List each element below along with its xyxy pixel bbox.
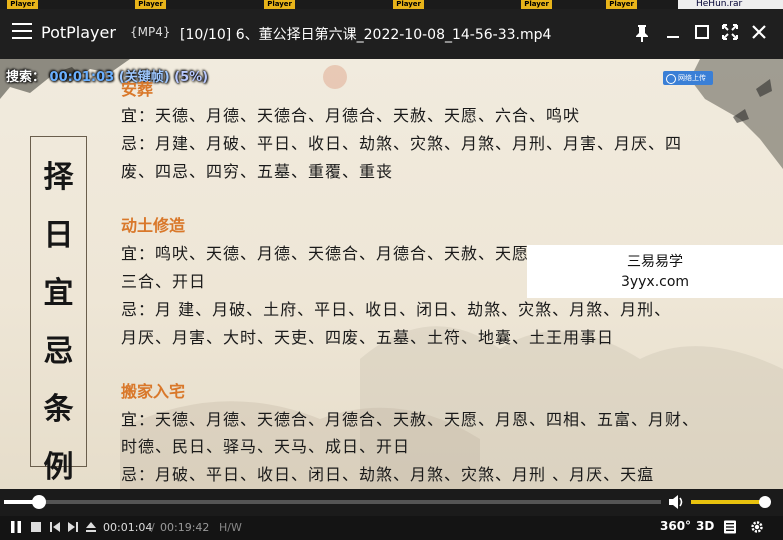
thumbnail-badge: Player (521, 0, 552, 9)
section-line: 时德、民日、驿马、天马、成日、开日 (121, 437, 411, 456)
watermark-title: 三易易学 (627, 254, 683, 270)
fullscreen-icon[interactable] (719, 21, 741, 43)
vertical-title-char: 忌 (43, 334, 74, 369)
section-line: 忌：月 建、月破、土府、平日、收日、闭日、劫煞、灾煞、月煞、月刑、 (121, 300, 672, 319)
total-time[interactable]: 00:19:42 (160, 521, 209, 534)
eject-icon[interactable] (84, 520, 98, 534)
seek-bar-area (0, 489, 783, 516)
vertical-title-char: 宜 (43, 276, 74, 311)
thumbnail-badge: Player (135, 0, 166, 9)
vertical-title-char: 日 (43, 218, 74, 253)
section-heading: 安葬 (121, 80, 154, 99)
current-time[interactable]: 00:01:04 (103, 521, 152, 534)
video-frame[interactable]: 搜索： 00:01:03 (关键帧) (5%) 网络上传 择 日 宜 忌 条 例… (0, 59, 783, 489)
watermark-box: 三易易学 3yyx.com (527, 245, 783, 298)
section-line: 月厌、月害、大时、天吏、四废、五墓、土符、地囊、土王用事日 (121, 328, 615, 347)
thumbnail[interactable]: Player (393, 0, 424, 9)
format-label: {MP4} (130, 25, 171, 39)
settings-icon[interactable] (750, 520, 764, 534)
section-line: 三合、开日 (121, 272, 207, 291)
osd-percent: (5%) (174, 70, 209, 85)
time-separator: / (151, 521, 155, 534)
vertical-title-char: 条 (43, 392, 74, 427)
strip-file-label[interactable]: HeHun.rar (678, 0, 783, 9)
seek-osd: 搜索： 00:01:03 (关键帧) (5%) (6, 66, 208, 85)
maximize-icon[interactable] (691, 21, 713, 43)
thumbnail-badge: Player (7, 0, 38, 9)
thumbnail-strip: Player Player Player Player Player Playe… (0, 0, 783, 9)
thumbnail[interactable]: Player (264, 0, 295, 9)
volume-icon[interactable] (668, 494, 686, 510)
app-name: PotPlayer (41, 23, 116, 42)
volume-level (691, 500, 765, 504)
section-heading: 搬家入宅 (121, 382, 186, 401)
thumbnail[interactable]: Player (135, 0, 166, 9)
prev-icon[interactable] (48, 520, 62, 534)
section-line: 宜：天德、月德、天德合、月德合、天赦、天愿、月恩、四相、五富、月财、 (121, 410, 700, 429)
3d-button[interactable]: 3D (696, 519, 714, 533)
vr360-button[interactable]: 360° (660, 519, 691, 533)
pause-icon[interactable] (9, 520, 23, 534)
section-line: 忌：月建、月破、平日、收日、劫煞、灾煞、月煞、月刑、月害、月厌、四 (121, 134, 683, 153)
thumbnail-badge: Player (264, 0, 295, 9)
vertical-title-char: 择 (43, 160, 74, 195)
section-heading: 动土修造 (121, 216, 186, 235)
watermark-url: 3yyx.com (620, 274, 690, 290)
hw-decoder-toggle[interactable]: H/W (219, 521, 242, 534)
network-badge: 网络上传 (663, 71, 713, 85)
volume-slider[interactable] (691, 500, 765, 504)
playlist-icon[interactable] (723, 520, 737, 534)
section-line: 忌：月破、平日、收日、闭日、劫煞、月煞、灾煞、月刑 、月厌、天瘟 (121, 465, 655, 484)
thumbnail[interactable]: Player (7, 0, 38, 9)
thumbnail[interactable]: Player (521, 0, 552, 9)
osd-time: 00:01:03 (49, 70, 115, 85)
thumbnail-badge: Player (606, 0, 637, 9)
pin-icon[interactable] (631, 21, 653, 43)
close-icon[interactable] (748, 21, 770, 43)
thumbnail-badge: Player (393, 0, 424, 9)
section-line: 废、四忌、四穷、五墓、重覆、重丧 (121, 162, 394, 181)
seek-handle[interactable] (32, 495, 47, 509)
stop-icon[interactable] (29, 520, 43, 534)
vertical-title-char: 例 (43, 450, 74, 485)
vertical-title: 择 日 宜 忌 条 例 (30, 136, 87, 485)
thumbnail[interactable]: Player (606, 0, 637, 9)
next-icon[interactable] (66, 520, 80, 534)
section-line: 宜：天德、月德、天德合、月德合、天赦、天愿、六合、鸣吠 (121, 106, 581, 125)
volume-handle[interactable] (759, 496, 771, 508)
file-title: [10/10] 6、董公择日第六课_2022-10-08_14-56-33.mp… (180, 27, 552, 43)
seek-bar[interactable] (4, 500, 661, 504)
control-bar: 00:01:04 / 00:19:42 H/W 360° 3D (0, 516, 783, 540)
menu-icon[interactable] (12, 23, 32, 43)
title-bar: PotPlayer {MP4} [10/10] 6、董公择日第六课_2022-1… (0, 9, 783, 59)
osd-action: 搜索： (6, 70, 46, 85)
minimize-icon[interactable] (662, 21, 684, 43)
